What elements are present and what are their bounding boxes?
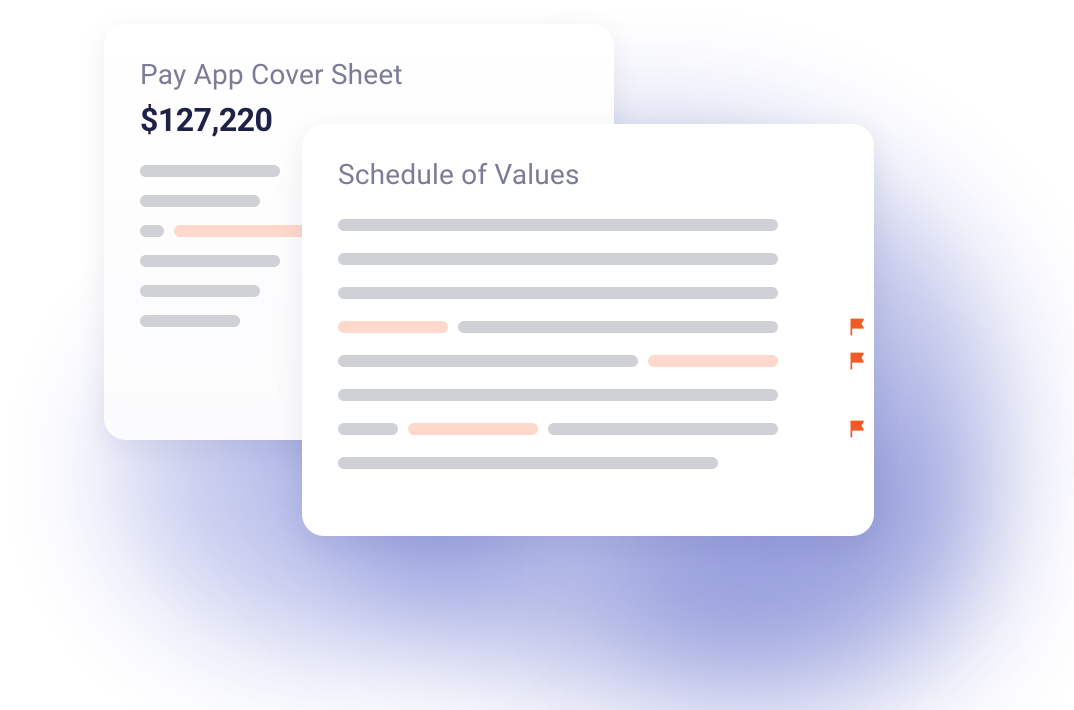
placeholder-segment <box>338 253 778 265</box>
placeholder-segment <box>338 219 778 231</box>
placeholder-row <box>338 253 838 265</box>
placeholder-segment <box>140 165 280 177</box>
placeholder-segment <box>140 255 280 267</box>
placeholder-segment <box>338 457 718 469</box>
highlighted-segment <box>648 355 778 367</box>
placeholder-lines <box>338 219 838 469</box>
placeholder-row <box>338 287 838 299</box>
schedule-of-values-card: Schedule of Values <box>302 124 874 536</box>
card-title: Pay App Cover Sheet <box>140 58 578 91</box>
placeholder-row <box>338 219 838 231</box>
placeholder-row <box>338 423 838 435</box>
flag-icon <box>848 317 868 337</box>
placeholder-segment <box>140 225 164 237</box>
placeholder-segment <box>338 355 638 367</box>
card-title: Schedule of Values <box>338 158 838 191</box>
placeholder-segment <box>338 389 778 401</box>
highlighted-segment <box>338 321 448 333</box>
placeholder-segment <box>338 423 398 435</box>
placeholder-row <box>338 355 838 367</box>
placeholder-row <box>338 321 838 333</box>
flag-icon <box>848 351 868 371</box>
placeholder-segment <box>548 423 778 435</box>
highlighted-segment <box>408 423 538 435</box>
placeholder-segment <box>140 195 260 207</box>
placeholder-segment <box>338 287 778 299</box>
flag-icon <box>848 419 868 439</box>
placeholder-segment <box>458 321 778 333</box>
placeholder-segment <box>140 285 260 297</box>
placeholder-segment <box>140 315 240 327</box>
placeholder-row <box>338 457 838 469</box>
placeholder-row <box>338 389 838 401</box>
